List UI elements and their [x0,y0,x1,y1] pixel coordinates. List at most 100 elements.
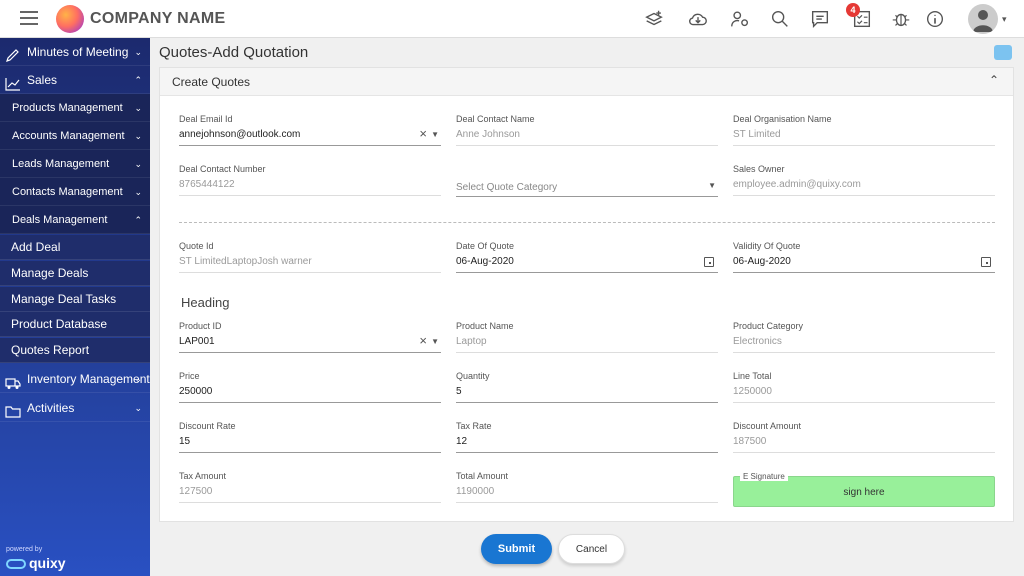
field-underline [179,452,441,453]
field-label: Validity Of Quote [733,241,801,251]
field-underline [456,352,718,353]
field-value[interactable]: LAP001 [179,336,419,347]
layers-add-icon[interactable] [643,8,665,30]
field-value[interactable]: 15 [179,436,419,447]
field-label: Total Amount [456,471,509,481]
product-category-field: Product Category Electronics [733,321,995,355]
field-label: Date Of Quote [456,241,515,251]
select-placeholder[interactable]: Select Quote Category [456,182,696,193]
chevron-up-icon[interactable]: ⌃ [989,73,999,87]
field-value: 1250000 [733,386,772,397]
search-icon[interactable] [769,8,791,30]
chat-bubble-icon[interactable] [994,45,1012,60]
clear-icon[interactable]: × [419,126,427,141]
deal-contact-number-field: Deal Contact Number 8765444122 [179,164,441,198]
dropdown-arrow-icon[interactable]: ▼ [431,337,439,346]
deal-email-field[interactable]: Deal Email Id annejohnson@outlook.com × … [179,114,441,148]
sidebar: Minutes of Meeting ⌄ Sales ⌃ Products Ma… [0,38,150,576]
pencil-icon [5,45,21,62]
sidebar-item-sales[interactable]: Sales ⌃ [0,66,150,94]
quote-category-select[interactable]: Select Quote Category ▼ [456,165,718,199]
cloud-download-icon[interactable] [687,8,709,30]
chevron-down-icon[interactable]: ▾ [1002,14,1007,25]
section-header[interactable]: Create Quotes ⌃ [160,68,1013,96]
hamburger-menu-icon[interactable] [20,11,38,25]
field-label: Discount Rate [179,421,236,431]
powered-by-label: powered by [6,546,43,553]
sidebar-link-product-database[interactable]: Product Database [0,312,150,337]
user-avatar[interactable] [968,4,998,34]
sidebar-link-manage-deals[interactable]: Manage Deals [0,261,150,286]
sidebar-link-label: Quotes Report [11,343,90,357]
sidebar-link-manage-deal-tasks[interactable]: Manage Deal Tasks [0,287,150,312]
validity-of-quote-field[interactable]: Validity Of Quote 06-Aug-2020 [733,241,995,275]
field-label: Quantity [456,371,490,381]
sidebar-link-quotes-report[interactable]: Quotes Report [0,338,150,363]
chevron-up-icon: ⌃ [134,215,142,225]
sidebar-item-inventory-management[interactable]: Inventory Management ⌄ [0,365,150,393]
message-icon[interactable] [809,8,831,30]
field-value: Anne Johnson [456,129,520,140]
field-label: Tax Amount [179,471,227,481]
sign-here-text[interactable]: sign here [734,487,994,498]
quote-id-field: Quote Id ST LimitedLaptopJosh warner [179,241,441,275]
calendar-icon[interactable] [704,257,714,267]
clear-icon[interactable]: × [419,333,427,348]
price-field[interactable]: Price 250000 [179,371,441,405]
field-value[interactable]: 12 [456,436,696,447]
calendar-icon[interactable] [981,257,991,267]
sidebar-subitem-label: Contacts Management [12,186,123,198]
truck-icon [5,372,21,389]
quantity-field[interactable]: Quantity 5 [456,371,718,405]
chevron-down-icon: ⌄ [134,47,142,57]
field-underline [456,502,718,503]
field-value: ST Limited [733,129,781,140]
sidebar-subitem-deals-management[interactable]: Deals Management ⌃ [0,206,150,234]
chevron-down-icon: ⌄ [134,403,142,413]
tax-amount-field: Tax Amount 127500 [179,471,441,505]
field-label: Product Category [733,321,804,331]
top-bar: COMPANY NAME 4 ▾ [0,0,1024,38]
field-underline [733,145,995,146]
submit-button[interactable]: Submit [481,534,552,564]
product-id-field[interactable]: Product ID LAP001 × ▼ [179,321,441,355]
sidebar-item-label: Minutes of Meeting [27,45,129,59]
field-value: 187500 [733,436,767,447]
field-value[interactable]: 06-Aug-2020 [733,256,973,267]
sidebar-item-minutes-of-meeting[interactable]: Minutes of Meeting ⌄ [0,38,150,66]
sidebar-subitem-products-management[interactable]: Products Management ⌄ [0,94,150,122]
sidebar-item-label: Activities [27,401,75,415]
field-label: Deal Contact Number [179,164,266,174]
field-label: E Signature [740,472,788,481]
deal-contact-name-field: Deal Contact Name Anne Johnson [456,114,718,148]
info-icon[interactable] [924,8,946,30]
dropdown-arrow-icon[interactable]: ▼ [708,181,716,190]
chevron-down-icon: ⌄ [134,159,142,169]
field-underline [456,272,718,273]
sidebar-subitem-accounts-management[interactable]: Accounts Management ⌄ [0,122,150,150]
field-label: Product ID [179,321,222,331]
scrollbar[interactable] [1018,38,1024,576]
date-of-quote-field[interactable]: Date Of Quote 06-Aug-2020 [456,241,718,275]
bug-icon[interactable] [890,8,912,30]
cancel-button[interactable]: Cancel [558,534,625,564]
field-value[interactable]: annejohnson@outlook.com [179,129,419,140]
field-label: Quote Id [179,241,214,251]
field-value[interactable]: 5 [456,386,696,397]
sidebar-subitem-contacts-management[interactable]: Contacts Management ⌄ [0,178,150,206]
field-label: Deal Contact Name [456,114,535,124]
section-title: Create Quotes [172,75,251,89]
sidebar-subitem-leads-management[interactable]: Leads Management ⌄ [0,150,150,178]
deal-organisation-name-field: Deal Organisation Name ST Limited [733,114,995,148]
field-underline [733,352,995,353]
field-value[interactable]: 250000 [179,386,419,397]
sidebar-link-add-deal[interactable]: Add Deal [0,235,150,260]
field-value[interactable]: 06-Aug-2020 [456,256,696,267]
field-value: 127500 [179,486,213,497]
dropdown-arrow-icon[interactable]: ▼ [431,130,439,139]
sidebar-item-activities[interactable]: Activities ⌄ [0,394,150,422]
discount-rate-field[interactable]: Discount Rate 15 [179,421,441,455]
tax-rate-field[interactable]: Tax Rate 12 [456,421,718,455]
user-settings-icon[interactable] [729,8,751,30]
e-signature-pad[interactable]: E Signature sign here [733,472,995,507]
